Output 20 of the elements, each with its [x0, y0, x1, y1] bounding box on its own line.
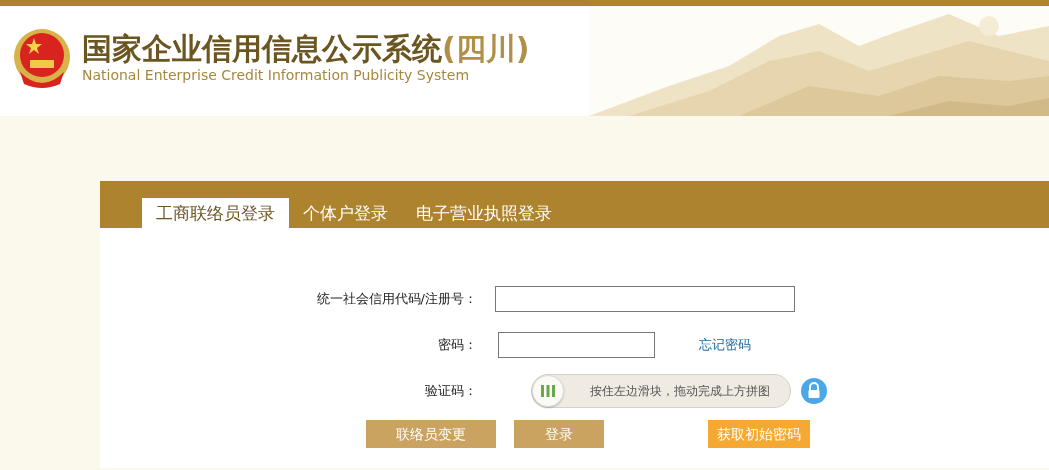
action-button[interactable]: 联络员变更	[366, 420, 496, 448]
password-label: 密码：	[437, 336, 478, 355]
password-input[interactable]	[498, 332, 655, 358]
action-button[interactable]: 登录	[514, 420, 604, 448]
forgot-password-link[interactable]: 忘记密码	[699, 335, 751, 355]
slider-handle[interactable]	[532, 375, 564, 407]
login-tab[interactable]: 工商联络员登录	[142, 198, 289, 228]
captcha-label: 验证码：	[424, 382, 478, 401]
login-tab[interactable]: 电子营业执照登录	[402, 198, 566, 228]
site-subtitle: National Enterprise Credit Information Publicity System	[82, 66, 471, 85]
lock-icon	[801, 378, 827, 404]
action-button[interactable]: 获取初始密码	[708, 420, 810, 448]
region-label: (四川)	[442, 32, 530, 65]
code-input[interactable]	[495, 286, 795, 312]
slider-track[interactable]: 按住左边滑块，拖动完成上方拼图	[531, 374, 791, 408]
code-label: 统一社会信用代码/注册号：	[315, 290, 478, 309]
emblem-icon	[12, 28, 72, 90]
login-tab[interactable]: 个体户登录	[289, 198, 402, 228]
slider-hint: 按住左边滑块，拖动完成上方拼图	[590, 383, 770, 400]
site-title: 国家企业信用信息公示系统	[82, 32, 442, 65]
